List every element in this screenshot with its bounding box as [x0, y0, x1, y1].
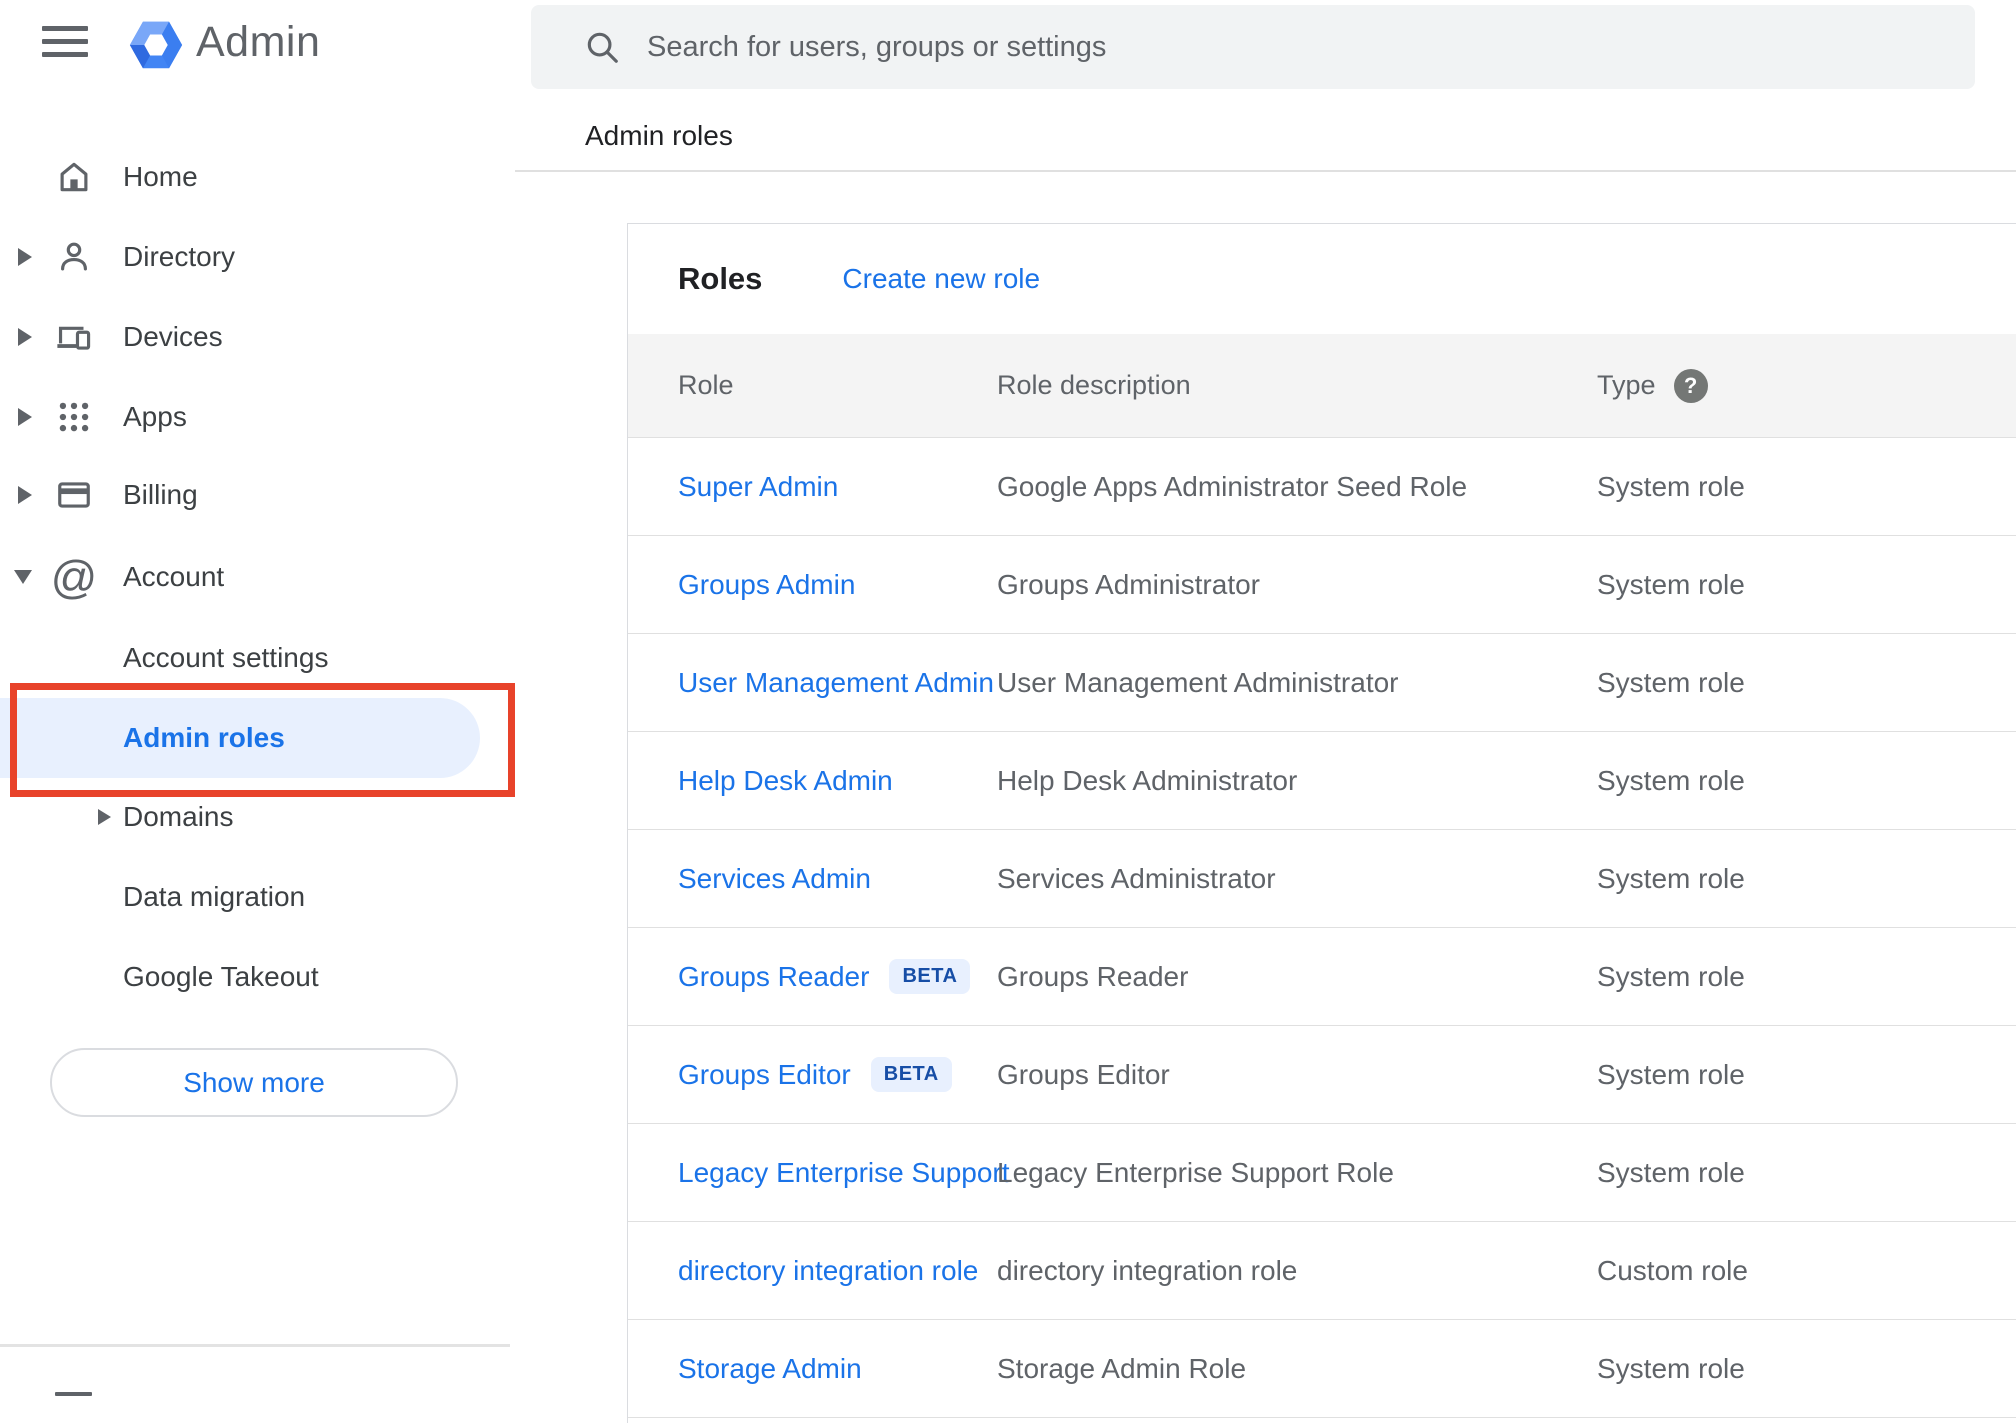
column-header-type: Type ?: [1597, 368, 2016, 403]
role-type: System role: [1597, 1352, 1745, 1384]
role-link[interactable]: Legacy Enterprise Support: [678, 1157, 1010, 1189]
at-sign-icon: @: [50, 551, 98, 603]
role-description: Legacy Enterprise Support Role: [997, 1156, 1394, 1188]
clipped-icon: [55, 1392, 92, 1396]
search-icon: [587, 32, 618, 63]
role-type: System role: [1597, 666, 1745, 698]
search-bar[interactable]: [531, 5, 1975, 89]
role-description: User Management Administrator: [997, 666, 1399, 698]
role-type: System role: [1597, 960, 1745, 992]
sidebar-item-account-settings[interactable]: Account settings: [0, 618, 515, 698]
table-row: Groups Editor BETA Groups Editor System …: [628, 1026, 2016, 1124]
table-row: User Management Admin User Management Ad…: [628, 634, 2016, 732]
role-description: Help Desk Administrator: [997, 764, 1298, 796]
role-link[interactable]: Services Admin: [678, 863, 871, 895]
role-description: Groups Editor: [997, 1058, 1170, 1090]
role-link[interactable]: Groups Reader: [678, 961, 869, 993]
role-description: Storage Admin Role: [997, 1352, 1247, 1384]
column-header-role: Role: [678, 370, 734, 400]
beta-badge: BETA: [889, 959, 971, 994]
role-link[interactable]: Groups Admin: [678, 569, 855, 601]
sidebar-divider: [0, 1344, 510, 1347]
role-description: Services Administrator: [997, 862, 1276, 894]
card-header: Roles Create new role: [628, 224, 2016, 334]
sidebar-item-admin-roles[interactable]: Admin roles: [0, 698, 480, 778]
sidebar-item-data-migration[interactable]: Data migration: [0, 857, 515, 937]
role-link[interactable]: Help Desk Admin: [678, 765, 893, 797]
table-row: Groups Reader BETA Groups Reader System …: [628, 928, 2016, 1026]
apps-grid-icon: [55, 398, 93, 436]
product-name: Admin: [196, 18, 321, 66]
role-description: Groups Administrator: [997, 568, 1260, 600]
table-row: Services Admin Services Administrator Sy…: [628, 830, 2016, 928]
role-type: System role: [1597, 568, 1745, 600]
sidebar-item-home[interactable]: Home: [0, 137, 515, 217]
role-description: Google Apps Administrator Seed Role: [997, 470, 1468, 502]
table-row: Legacy Enterprise Support Legacy Enterpr…: [628, 1124, 2016, 1222]
role-link[interactable]: Storage Admin: [678, 1353, 862, 1385]
show-more-button[interactable]: Show more: [50, 1048, 458, 1117]
sidebar-item-devices[interactable]: Devices: [0, 297, 515, 377]
expand-arrow-icon[interactable]: [18, 328, 32, 346]
role-type: System role: [1597, 470, 1745, 502]
card-title: Roles: [678, 261, 763, 296]
role-description: Groups Reader: [997, 960, 1189, 992]
sidebar-item-billing[interactable]: Billing: [0, 455, 515, 535]
role-link[interactable]: Groups Editor: [678, 1059, 851, 1091]
admin-logo-icon[interactable]: [127, 15, 185, 75]
menu-icon[interactable]: [42, 26, 90, 60]
search-input[interactable]: [621, 5, 1975, 89]
role-type: System role: [1597, 764, 1745, 796]
person-icon: [55, 238, 93, 276]
table-row: Super Admin Google Apps Administrator Se…: [628, 438, 2016, 536]
help-icon[interactable]: ?: [1673, 368, 1708, 403]
sidebar-item-account[interactable]: @ Account: [0, 537, 515, 617]
collapse-arrow-icon[interactable]: [14, 570, 32, 584]
page-title: Admin roles: [585, 120, 733, 151]
table-row: Help Desk Admin Help Desk Administrator …: [628, 732, 2016, 830]
expand-arrow-icon[interactable]: [18, 248, 32, 266]
role-link[interactable]: User Management Admin: [678, 667, 994, 699]
table-row: Storage Admin Storage Admin Role System …: [628, 1320, 2016, 1418]
devices-icon: [55, 318, 93, 356]
table-row: directory integration role directory int…: [628, 1222, 2016, 1320]
sidebar-item-apps[interactable]: Apps: [0, 377, 515, 457]
role-link[interactable]: directory integration role: [678, 1255, 978, 1287]
role-type: System role: [1597, 1058, 1745, 1090]
role-type: Custom role: [1597, 1254, 1748, 1286]
sidebar-item-domains[interactable]: Domains: [0, 777, 515, 857]
table-row: Groups Admin Groups Administrator System…: [628, 536, 2016, 634]
table-header-row: Role Role description Type ?: [628, 334, 2016, 438]
sidebar-item-directory[interactable]: Directory: [0, 217, 515, 297]
column-header-description: Role description: [997, 370, 1191, 400]
role-type: System role: [1597, 1156, 1745, 1188]
expand-arrow-icon[interactable]: [18, 408, 32, 426]
beta-badge: BETA: [870, 1057, 952, 1092]
role-description: directory integration role: [997, 1254, 1298, 1286]
roles-card: Roles Create new role Role Role descript…: [627, 223, 2016, 1423]
create-new-role-link[interactable]: Create new role: [842, 263, 1040, 295]
role-link[interactable]: Super Admin: [678, 471, 838, 503]
credit-card-icon: [55, 476, 93, 514]
expand-arrow-icon[interactable]: [98, 809, 111, 825]
role-type: System role: [1597, 862, 1745, 894]
expand-arrow-icon[interactable]: [18, 486, 32, 504]
sidebar-item-google-takeout[interactable]: Google Takeout: [0, 937, 515, 1017]
home-icon: [55, 158, 93, 196]
content-divider: [515, 170, 2016, 172]
